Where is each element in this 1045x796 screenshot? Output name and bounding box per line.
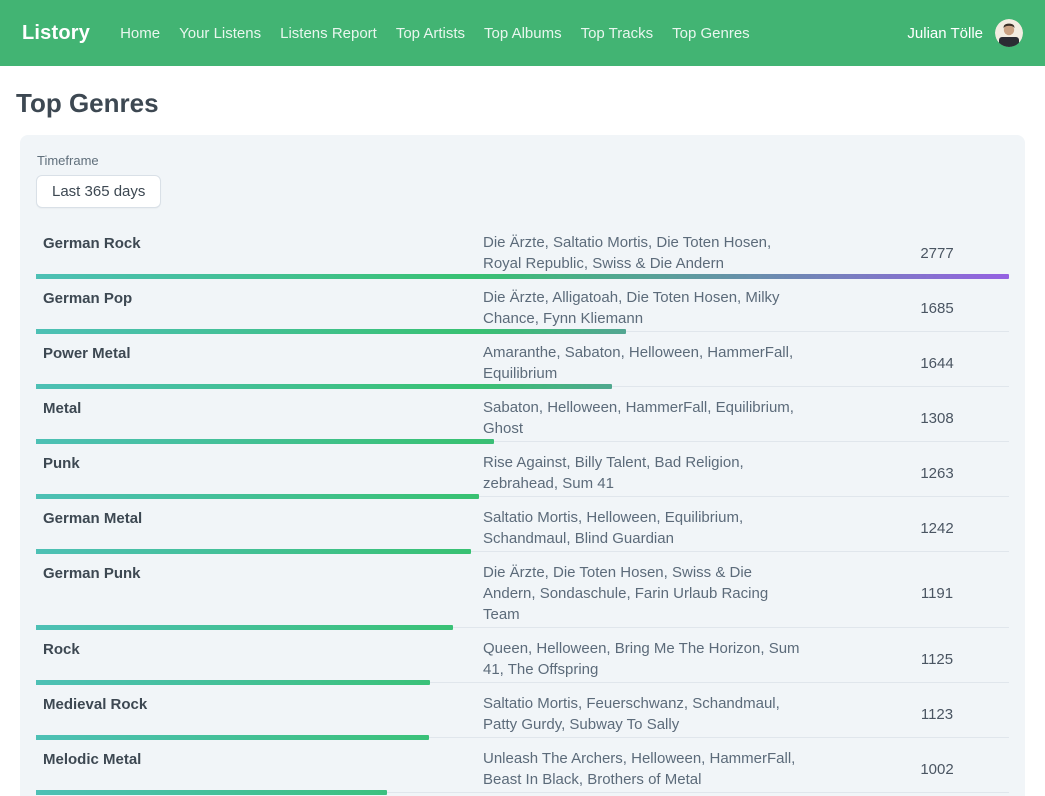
- genre-name: Power Metal: [36, 342, 483, 364]
- genre-name: Metal: [36, 397, 483, 419]
- genre-name: German Pop: [36, 287, 483, 309]
- genre-name: German Rock: [36, 232, 483, 254]
- timeframe-label: Timeframe: [37, 153, 1009, 168]
- genre-name: Melodic Metal: [36, 748, 483, 770]
- genres-card: Timeframe Last 365 days German Rock Die …: [20, 135, 1025, 796]
- genre-row: Power Metal Amaranthe, Sabaton, Hellowee…: [36, 332, 1009, 387]
- genre-row: Punk Rise Against, Billy Talent, Bad Rel…: [36, 442, 1009, 497]
- genre-row: German Rock Die Ärzte, Saltatio Mortis, …: [36, 222, 1009, 277]
- main-content: Top Genres Timeframe Last 365 days Germa…: [0, 66, 1045, 796]
- genre-artists: Die Ärzte, Saltatio Mortis, Die Toten Ho…: [483, 232, 801, 274]
- nav-item-listens-report[interactable]: Listens Report: [280, 25, 377, 42]
- genre-row: German Pop Die Ärzte, Alligatoah, Die To…: [36, 277, 1009, 332]
- genre-row: Metal Sabaton, Helloween, HammerFall, Eq…: [36, 387, 1009, 442]
- genre-count: 1123: [801, 706, 1009, 723]
- user-menu[interactable]: Julian Tölle: [907, 19, 1023, 47]
- genre-count: 1191: [801, 585, 1009, 602]
- user-avatar[interactable]: [995, 19, 1023, 47]
- timeframe-select-button[interactable]: Last 365 days: [36, 175, 161, 208]
- genre-row: Rock Queen, Helloween, Bring Me The Hori…: [36, 628, 1009, 683]
- genre-row: German Punk Die Ärzte, Die Toten Hosen, …: [36, 552, 1009, 628]
- genre-count: 1263: [801, 465, 1009, 482]
- genre-artists: Queen, Helloween, Bring Me The Horizon, …: [483, 638, 801, 680]
- nav-item-top-albums[interactable]: Top Albums: [484, 25, 562, 42]
- genre-row: Melodic Metal Unleash The Archers, Hello…: [36, 738, 1009, 793]
- genre-name: Rock: [36, 638, 483, 660]
- genre-row: German Metal Saltatio Mortis, Helloween,…: [36, 497, 1009, 552]
- genre-count: 1685: [801, 300, 1009, 317]
- genre-count: 1125: [801, 651, 1009, 668]
- genre-artists: Saltatio Mortis, Feuerschwanz, Schandmau…: [483, 693, 801, 735]
- user-name: Julian Tölle: [907, 25, 983, 42]
- genre-name: German Metal: [36, 507, 483, 529]
- app-logo[interactable]: Listory: [22, 22, 90, 45]
- genre-count: 2777: [801, 245, 1009, 262]
- genre-artists: Amaranthe, Sabaton, Helloween, HammerFal…: [483, 342, 801, 384]
- genre-count: 1242: [801, 520, 1009, 537]
- nav-item-top-tracks[interactable]: Top Tracks: [581, 25, 654, 42]
- genres-table: German Rock Die Ärzte, Saltatio Mortis, …: [36, 222, 1009, 796]
- nav-links: Home Your Listens Listens Report Top Art…: [120, 25, 907, 42]
- nav-item-top-genres[interactable]: Top Genres: [672, 25, 750, 42]
- nav-item-top-artists[interactable]: Top Artists: [396, 25, 465, 42]
- genre-artists: Unleash The Archers, Helloween, HammerFa…: [483, 748, 801, 790]
- genre-artists: Sabaton, Helloween, HammerFall, Equilibr…: [483, 397, 801, 439]
- genre-artists: Die Ärzte, Die Toten Hosen, Swiss & Die …: [483, 562, 801, 625]
- genre-row: Medieval Rock Saltatio Mortis, Feuerschw…: [36, 683, 1009, 738]
- genre-count: 1644: [801, 355, 1009, 372]
- genre-name: Punk: [36, 452, 483, 474]
- genre-count: 1308: [801, 410, 1009, 427]
- top-navbar: Listory Home Your Listens Listens Report…: [0, 0, 1045, 66]
- genre-artists: Die Ärzte, Alligatoah, Die Toten Hosen, …: [483, 287, 801, 329]
- page-title: Top Genres: [16, 88, 1029, 119]
- genre-count: 1002: [801, 761, 1009, 778]
- nav-item-home[interactable]: Home: [120, 25, 160, 42]
- genre-name: Medieval Rock: [36, 693, 483, 715]
- nav-item-your-listens[interactable]: Your Listens: [179, 25, 261, 42]
- genre-artists: Rise Against, Billy Talent, Bad Religion…: [483, 452, 801, 494]
- genre-artists: Saltatio Mortis, Helloween, Equilibrium,…: [483, 507, 801, 549]
- avatar-photo-icon: [995, 19, 1023, 47]
- genre-name: German Punk: [36, 562, 483, 584]
